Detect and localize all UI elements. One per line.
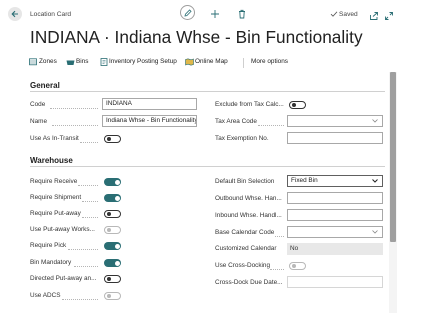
bins-icon <box>66 60 75 65</box>
name-field[interactable]: Indiana Whse - Bin Functionality <box>102 115 197 127</box>
more-options-button[interactable]: More options <box>251 58 288 65</box>
use-as-in-transit-toggle[interactable] <box>104 135 121 143</box>
tax-exemption-field[interactable] <box>287 132 383 144</box>
use-cross-docking-dots <box>270 268 284 270</box>
expand-button[interactable] <box>384 8 394 20</box>
page-title: INDIANA · Indiana Whse - Bin Functionali… <box>30 27 363 47</box>
code-dots <box>50 107 98 109</box>
chevron-down-icon <box>372 179 378 183</box>
require-receive-toggle[interactable] <box>104 178 121 186</box>
base-calendar-label: Base Calendar Code <box>215 229 275 236</box>
use-putaway-worksheet-label: Use Put-away Works... <box>30 226 95 233</box>
outbound-whse-label: Outbound Whse. Han... <box>215 195 282 202</box>
cross-dock-due-date-field[interactable] <box>287 276 383 288</box>
expand-icon <box>385 12 393 20</box>
tax-area-code-select[interactable] <box>287 115 383 127</box>
code-label: Code <box>30 101 46 108</box>
tax-area-code-label: Tax Area Code <box>215 118 257 125</box>
default-bin-selection-select[interactable]: Fixed Bin <box>287 175 383 187</box>
use-cross-docking-toggle[interactable] <box>289 262 306 270</box>
use-putaway-worksheet-toggle[interactable] <box>104 226 121 234</box>
require-putaway-toggle[interactable] <box>104 210 121 218</box>
require-receive-dots <box>78 184 98 186</box>
require-pick-dots <box>68 248 98 250</box>
customized-calendar-label: Customized Calendar <box>215 245 277 252</box>
use-adcs-toggle[interactable] <box>104 292 121 300</box>
directed-putaway-toggle[interactable] <box>104 275 121 283</box>
back-button[interactable] <box>8 7 22 21</box>
use-as-in-transit-label: Use As In-Transit <box>30 135 79 142</box>
warehouse-divider <box>30 166 385 167</box>
tax-exemption-label: Tax Exemption No. <box>215 135 269 142</box>
require-putaway-label: Require Put-away <box>30 210 81 217</box>
general-divider <box>30 91 385 92</box>
require-shipment-label: Require Shipment <box>30 194 82 201</box>
use-adcs-dots <box>62 298 98 300</box>
bin-mandatory-label: Bin Mandatory <box>30 259 72 266</box>
trash-icon <box>239 9 245 19</box>
online-map-label: Online Map <box>195 58 228 65</box>
require-shipment-toggle[interactable] <box>104 194 121 202</box>
posting-setup-icon <box>100 58 108 66</box>
outbound-whse-field[interactable] <box>287 192 383 204</box>
inventory-posting-setup-label: Inventory Posting Setup <box>109 58 177 65</box>
inbound-whse-field[interactable] <box>287 209 383 221</box>
edit-button[interactable] <box>180 5 195 20</box>
default-bin-selection-label: Default Bin Selection <box>215 178 275 185</box>
inbound-whse-label: Inbound Whse. Handl... <box>215 212 282 219</box>
action-separator <box>243 58 244 68</box>
new-button[interactable] <box>209 7 221 19</box>
base-calendar-select[interactable] <box>287 226 383 238</box>
zones-icon <box>29 58 37 66</box>
customized-calendar-value: No <box>287 243 383 255</box>
bins-label: Bins <box>76 58 89 65</box>
use-adcs-label: Use ADCS <box>30 292 61 299</box>
delete-button[interactable] <box>236 7 248 19</box>
chevron-down-icon <box>372 119 378 123</box>
scrollbar-thumb[interactable] <box>390 72 396 242</box>
require-shipment-dots <box>82 200 98 202</box>
share-button[interactable] <box>369 8 379 20</box>
bin-mandatory-toggle[interactable] <box>104 259 121 267</box>
check-icon <box>330 11 338 17</box>
base-calendar-dots <box>275 235 284 237</box>
saved-status: Saved <box>339 11 358 18</box>
plus-icon <box>211 10 219 18</box>
name-dots <box>52 124 98 126</box>
cross-dock-due-date-label: Cross-Dock Due Date... <box>215 279 283 286</box>
exclude-tax-toggle[interactable] <box>289 101 306 109</box>
tax-area-code-dots <box>258 124 284 126</box>
back-arrow-icon <box>11 10 18 18</box>
map-icon <box>185 58 194 66</box>
edit-pencil-icon <box>184 9 192 17</box>
card-type-label: Location Card <box>30 11 72 18</box>
require-pick-toggle[interactable] <box>104 242 121 250</box>
require-pick-label: Require Pick <box>30 242 67 249</box>
directed-putaway-label: Directed Put-away an... <box>30 275 97 282</box>
name-label: Name <box>30 118 48 125</box>
share-icon <box>370 12 378 20</box>
general-section-title[interactable]: General <box>30 81 60 90</box>
require-putaway-dots <box>82 216 98 218</box>
use-as-in-transit-dots <box>80 141 98 143</box>
use-cross-docking-label: Use Cross-Docking <box>215 262 271 269</box>
zones-label: Zones <box>39 58 57 65</box>
exclude-tax-label: Exclude from Tax Calc... <box>215 101 284 108</box>
warehouse-section-title[interactable]: Warehouse <box>30 156 73 165</box>
require-receive-label: Require Receive <box>30 178 78 185</box>
bin-mandatory-dots <box>74 265 98 267</box>
chevron-down-icon <box>372 230 378 234</box>
code-field[interactable]: INDIANA <box>102 98 197 110</box>
